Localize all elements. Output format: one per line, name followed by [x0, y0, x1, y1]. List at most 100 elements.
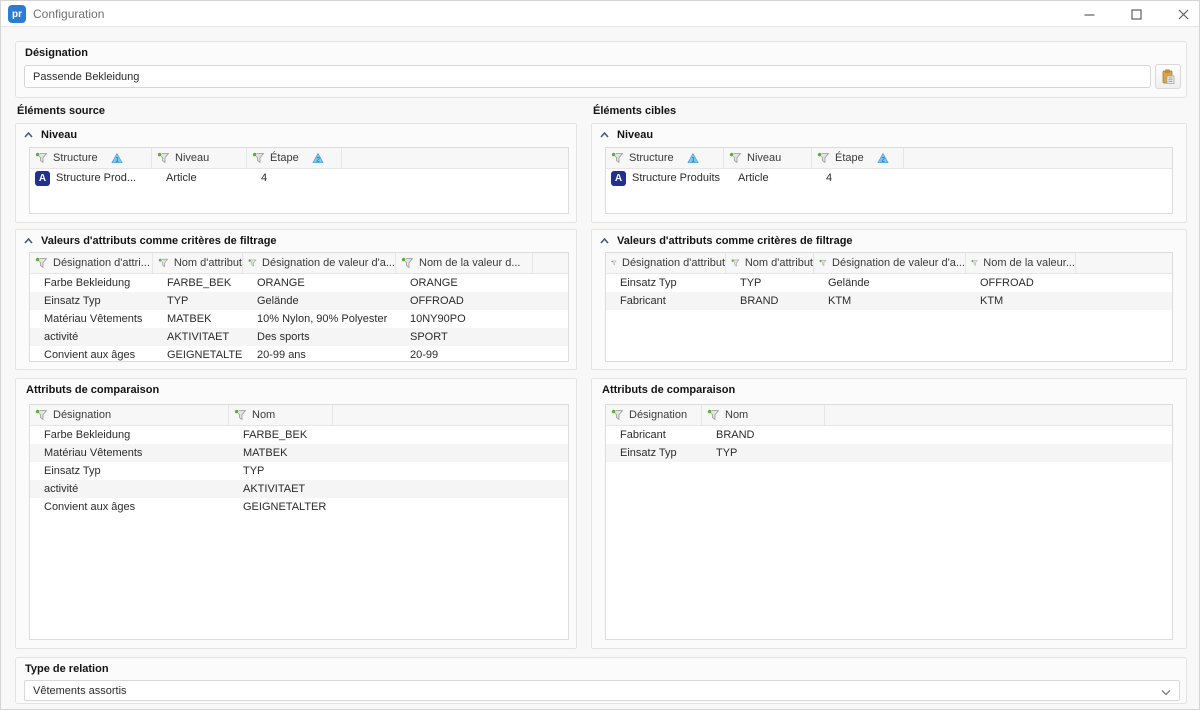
source-filter-table: Désignation d'attri... Nom d'attribut Dé… [29, 252, 569, 362]
filter-funnel-icon [611, 257, 617, 269]
table-row[interactable]: Einsatz Typ TYP [606, 444, 1172, 462]
column-header-spacer [533, 253, 568, 273]
sort-rank-icon: 1 [111, 153, 123, 163]
minimize-button[interactable] [1081, 6, 1097, 22]
cell: TYP [229, 465, 333, 477]
cell: ORANGE [396, 277, 533, 289]
target-filter-title: Valeurs d'attributs comme critères de fi… [617, 235, 853, 247]
table-row[interactable]: Fabricant BRAND KTM KTM [606, 292, 1172, 310]
cell: activité [30, 331, 153, 343]
sort-rank-icon: 2 [312, 153, 324, 163]
column-header[interactable]: Désignation de valeur d'a... [243, 253, 396, 273]
table-row[interactable]: AStructure Produits Article 4 [606, 169, 1172, 187]
table-row[interactable]: activité AKTIVITAET [30, 480, 568, 498]
table-row[interactable]: AStructure Prod... Article 4 [30, 169, 568, 187]
column-header-niveau[interactable]: Niveau [724, 148, 812, 168]
table-row[interactable]: Matériau Vêtements MATBEK [30, 444, 568, 462]
cell-niveau: Article [724, 172, 812, 184]
table-row[interactable]: Convient aux âges GEIGNETALTER 20-99 ans… [30, 346, 568, 362]
cell: Gelände [243, 295, 396, 307]
column-header-niveau[interactable]: Niveau [152, 148, 247, 168]
relation-type-value: Vêtements assortis [33, 685, 127, 697]
column-header[interactable]: Nom [229, 405, 333, 425]
column-header[interactable]: Nom d'attribut [726, 253, 814, 273]
target-filter-table: Désignation d'attribut Nom d'attribut Dé… [605, 252, 1173, 362]
table-row[interactable]: Einsatz Typ TYP Gelände OFFROAD [606, 274, 1172, 292]
target-comparison-header: Attributs de comparaison [592, 379, 1186, 401]
cell: BRAND [726, 295, 814, 307]
column-header[interactable]: Désignation [30, 405, 229, 425]
filter-funnel-icon [731, 257, 740, 269]
close-button[interactable] [1175, 6, 1191, 22]
cell: Matériau Vêtements [30, 313, 153, 325]
source-comparison-header: Attributs de comparaison [16, 379, 576, 401]
cell: Des sports [243, 331, 396, 343]
column-header-label: Désignation de valeur d'a... [262, 257, 395, 269]
cell-etape: 4 [247, 172, 342, 184]
column-header-etape[interactable]: Étape 2 [247, 148, 342, 168]
column-header-label: Nom [252, 409, 275, 421]
table-header-row: Désignation d'attribut Nom d'attribut Dé… [606, 253, 1172, 274]
collapse-chevron-icon [24, 238, 33, 244]
column-header-label: Désignation d'attri... [53, 257, 150, 269]
target-comparison-panel: Attributs de comparaison Désignation Nom… [591, 378, 1187, 649]
source-filter-header[interactable]: Valeurs d'attributs comme critères de fi… [16, 230, 576, 252]
title-bar: pr Configuration [1, 1, 1199, 27]
column-header[interactable]: Nom d'attribut [153, 253, 243, 273]
column-header-structure[interactable]: Structure 1 [606, 148, 724, 168]
source-filter-title: Valeurs d'attributs comme critères de fi… [41, 235, 277, 247]
filter-funnel-icon [729, 152, 742, 164]
column-header[interactable]: Désignation d'attri... [30, 253, 153, 273]
table-row[interactable]: Fabricant BRAND [606, 426, 1172, 444]
target-filter-header[interactable]: Valeurs d'attributs comme critères de fi… [592, 230, 1186, 252]
cell: OFFROAD [966, 277, 1076, 289]
column-header-structure[interactable]: Structure 1 [30, 148, 152, 168]
column-header-label: Niveau [175, 152, 209, 164]
target-niveau-header[interactable]: Niveau [592, 124, 1186, 146]
close-icon [1178, 9, 1189, 20]
configuration-window: pr Configuration Désignation Passende Be… [0, 0, 1200, 710]
column-header[interactable]: Nom de la valeur... [966, 253, 1076, 273]
structure-type-icon: A [611, 171, 626, 186]
filter-funnel-icon [401, 257, 414, 269]
paste-button[interactable] [1155, 64, 1181, 89]
cell: Fabricant [606, 429, 702, 441]
collapse-chevron-icon [600, 132, 609, 138]
table-row[interactable]: Einsatz Typ TYP [30, 462, 568, 480]
filter-funnel-icon [248, 257, 257, 269]
table-row[interactable]: Matériau Vêtements MATBEK 10% Nylon, 90%… [30, 310, 568, 328]
designation-input[interactable]: Passende Bekleidung [24, 65, 1151, 88]
cell: AKTIVITAET [153, 331, 243, 343]
minimize-icon [1084, 9, 1095, 20]
sort-rank-icon: 1 [687, 153, 699, 163]
table-row[interactable]: activité AKTIVITAET Des sports SPORT [30, 328, 568, 346]
column-header-etape[interactable]: Étape 2 [812, 148, 904, 168]
maximize-button[interactable] [1128, 6, 1144, 22]
column-header[interactable]: Désignation de valeur d'a... [814, 253, 966, 273]
cell-etape: 4 [812, 172, 904, 184]
column-header[interactable]: Désignation d'attribut [606, 253, 726, 273]
table-row[interactable]: Einsatz Typ TYP Gelände OFFROAD [30, 292, 568, 310]
designation-label: Désignation [25, 47, 88, 59]
cell: TYP [153, 295, 243, 307]
target-niveau-table: Structure 1 Niveau Étape 2 AStructure Pr… [605, 147, 1173, 214]
table-row[interactable]: Convient aux âges GEIGNETALTER [30, 498, 568, 516]
cell: SPORT [396, 331, 533, 343]
cell: FARBE_BEK [153, 277, 243, 289]
column-header-label: Nom d'attribut [174, 257, 242, 269]
column-header[interactable]: Nom [702, 405, 825, 425]
filter-funnel-icon [611, 409, 624, 421]
column-header[interactable]: Désignation [606, 405, 702, 425]
table-row[interactable]: Farbe Bekleidung FARBE_BEK [30, 426, 568, 444]
table-row[interactable]: Farbe Bekleidung FARBE_BEK ORANGE ORANGE [30, 274, 568, 292]
cell: Farbe Bekleidung [30, 277, 153, 289]
source-niveau-header[interactable]: Niveau [16, 124, 576, 146]
target-column-title: Éléments cibles [593, 105, 676, 117]
window-title: Configuration [33, 1, 104, 27]
column-header[interactable]: Nom de la valeur d... [396, 253, 533, 273]
filter-funnel-icon [707, 409, 720, 421]
cell: Farbe Bekleidung [30, 429, 229, 441]
relation-type-select[interactable]: Vêtements assortis [24, 680, 1180, 701]
cell: KTM [966, 295, 1076, 307]
cell: AKTIVITAET [229, 483, 333, 495]
